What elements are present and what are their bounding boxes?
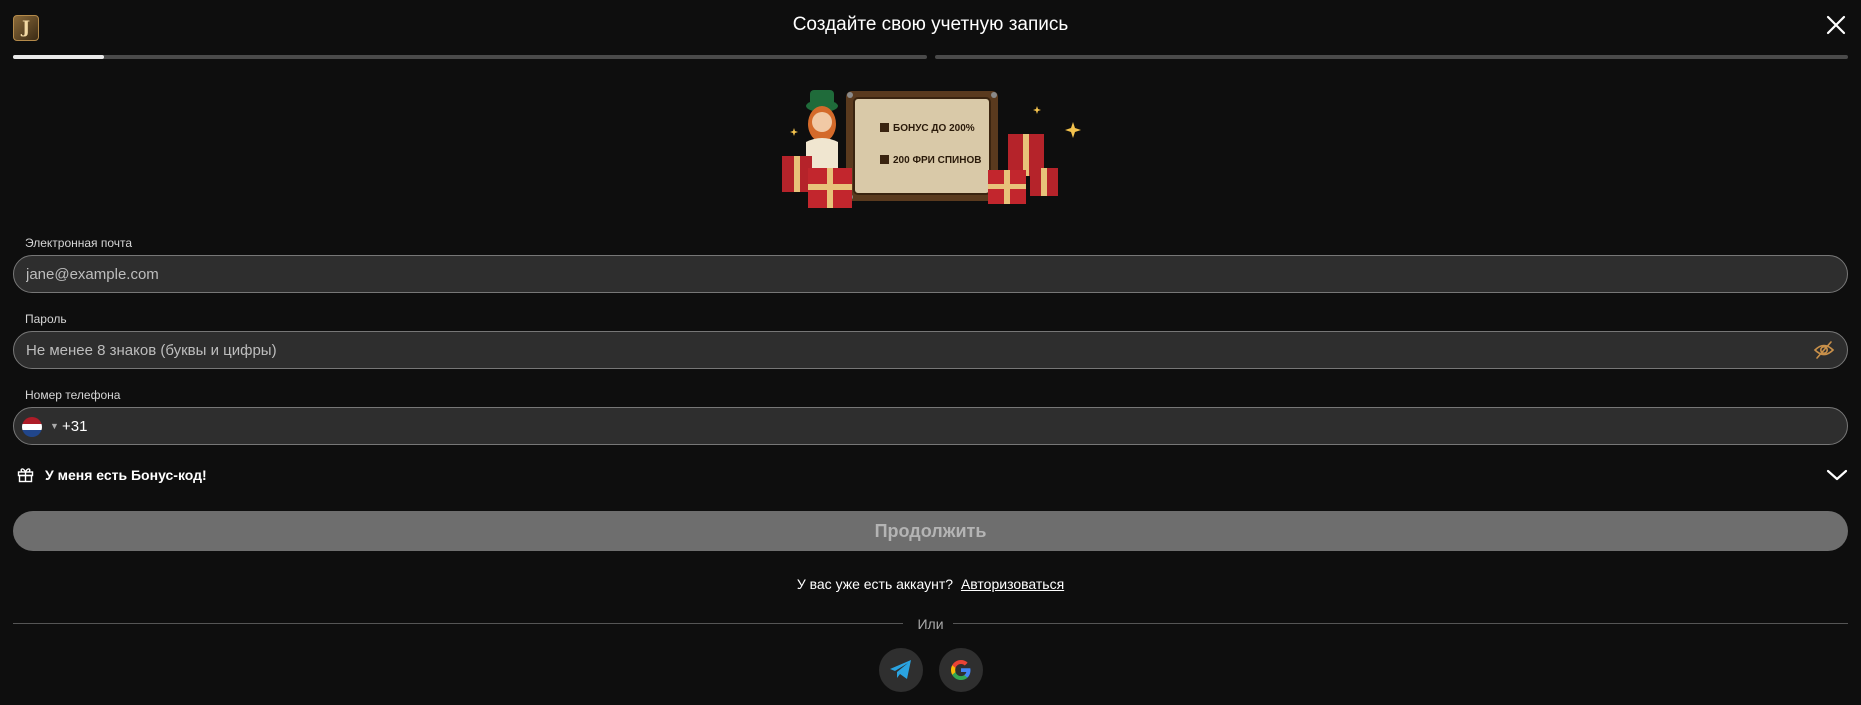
gift-icon: [17, 468, 34, 483]
netherlands-flag-icon[interactable]: [22, 417, 42, 437]
progress-step-2: [935, 55, 1848, 59]
or-separator: Или: [917, 616, 944, 632]
banner-line-2: 200 ФРИ СПИНОВ: [893, 155, 981, 166]
progress-step-1: [13, 55, 927, 59]
page-title: Создайте свою учетную запись: [792, 14, 1069, 35]
bonus-code-toggle[interactable]: У меня есть Бонус-код!: [17, 464, 1848, 488]
country-caret-icon[interactable]: ▼: [50, 421, 59, 431]
phone-field-wrapper: ▼ +31: [13, 407, 1848, 445]
email-input[interactable]: [26, 256, 1766, 292]
email-label: Электронная почта: [25, 236, 133, 250]
password-input[interactable]: [26, 332, 1766, 368]
bonus-code-label: У меня есть Бонус-код!: [45, 467, 207, 483]
close-icon[interactable]: [1825, 14, 1847, 36]
google-button[interactable]: [939, 648, 983, 692]
bonus-banner: БОНУС ДО 200% 200 ФРИ СПИНОВ: [782, 90, 1081, 208]
email-field-wrapper: [13, 255, 1848, 293]
continue-button[interactable]: Продолжить: [13, 511, 1848, 551]
eye-off-icon[interactable]: [1813, 340, 1835, 360]
chevron-down-icon[interactable]: [1826, 466, 1848, 484]
password-label: Пароль: [25, 312, 67, 326]
phone-label: Номер телефона: [25, 388, 121, 402]
account-prompt: У вас уже есть аккаунт?: [796, 576, 954, 592]
telegram-button[interactable]: [879, 648, 923, 692]
login-link[interactable]: Авторизоваться: [961, 576, 1064, 592]
telegram-icon: [890, 660, 911, 679]
phone-code[interactable]: +31: [62, 418, 87, 435]
account-prompt-row: У вас уже есть аккаунт? Авторизоваться: [0, 576, 1861, 592]
divider-right: [953, 623, 1848, 624]
banner-line-1: БОНУС ДО 200%: [893, 123, 975, 134]
password-field-wrapper: [13, 331, 1848, 369]
google-icon: [951, 660, 971, 680]
